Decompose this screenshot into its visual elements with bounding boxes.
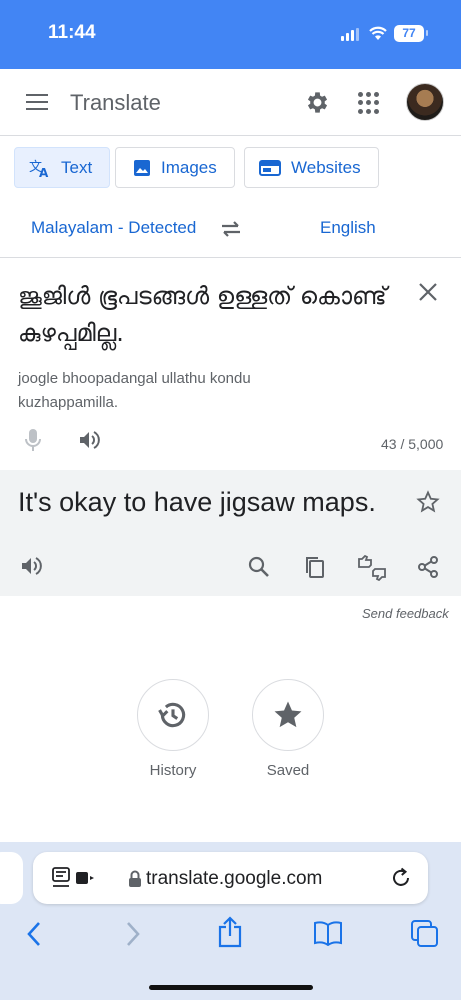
send-feedback-link[interactable]: Send feedback: [362, 606, 449, 621]
image-icon: [133, 159, 151, 177]
tab-websites-label: Websites: [291, 157, 361, 177]
saved-star-icon: [274, 701, 302, 728]
menu-icon[interactable]: [26, 94, 48, 115]
settings-gear-icon[interactable]: [304, 89, 331, 116]
saved-button[interactable]: [252, 679, 324, 751]
status-bar: 11:44 77: [0, 0, 461, 69]
lock-icon: [129, 870, 141, 887]
account-avatar[interactable]: [406, 83, 444, 121]
transliteration-text: joogle bhoopadangal ullathu kondu kuzhap…: [18, 370, 251, 411]
history-label: History: [149, 762, 197, 779]
character-count: 43 / 5,000: [381, 436, 444, 452]
translation-panel: It's okay to have jigsaw maps.: [0, 470, 461, 596]
divider: [0, 257, 461, 258]
translation-speaker-icon[interactable]: [20, 555, 44, 577]
apps-grid-icon[interactable]: [358, 92, 380, 114]
tab-images[interactable]: Images: [115, 147, 235, 188]
bookmarks-icon[interactable]: [313, 920, 343, 946]
clear-text-icon[interactable]: [418, 282, 438, 302]
source-speaker-icon[interactable]: [78, 429, 102, 451]
tabs-icon[interactable]: [411, 920, 439, 948]
microphone-icon[interactable]: [24, 428, 42, 452]
tab-text[interactable]: 文A Text: [14, 147, 110, 188]
reload-icon[interactable]: [390, 867, 412, 889]
feedback-thumbs-icon[interactable]: [357, 555, 387, 581]
source-text-input[interactable]: ജൂജിൾ ഭൂപടങ്ങൾ ഉള്ളത് കൊണ്ട് കുഴപ്പമില്ല…: [18, 278, 398, 352]
page-menu-icon[interactable]: [52, 866, 98, 890]
source-language-button[interactable]: Malayalam - Detected: [31, 218, 196, 238]
search-icon[interactable]: [247, 555, 271, 579]
app-bar: Translate: [0, 69, 461, 136]
battery-icon: 77: [394, 25, 428, 42]
saved-label: Saved: [266, 762, 310, 779]
cellular-signal-icon: [341, 28, 359, 41]
history-button[interactable]: [137, 679, 209, 751]
share-sheet-icon[interactable]: [217, 916, 243, 948]
previous-tab-preview[interactable]: [0, 852, 23, 904]
share-icon[interactable]: [416, 555, 440, 579]
wifi-icon: [369, 26, 387, 40]
swap-languages-icon[interactable]: [219, 219, 243, 239]
app-title: Translate: [70, 90, 161, 115]
website-icon: [259, 159, 281, 177]
tab-text-label: Text: [61, 157, 93, 177]
status-time: 11:44: [48, 22, 96, 43]
tab-images-label: Images: [161, 157, 217, 177]
forward-icon[interactable]: [123, 920, 143, 948]
home-indicator: [149, 985, 313, 990]
translate-icon: 文A: [29, 158, 51, 178]
tab-websites[interactable]: Websites: [244, 147, 379, 188]
star-icon[interactable]: [416, 490, 440, 514]
history-icon: [158, 702, 186, 728]
back-icon[interactable]: [24, 920, 44, 948]
target-language-button[interactable]: English: [320, 218, 376, 238]
copy-icon[interactable]: [303, 555, 327, 579]
url-text[interactable]: translate.google.com: [146, 868, 322, 890]
svg-text:A: A: [39, 166, 49, 178]
translation-text: It's okay to have jigsaw maps.: [18, 487, 376, 517]
